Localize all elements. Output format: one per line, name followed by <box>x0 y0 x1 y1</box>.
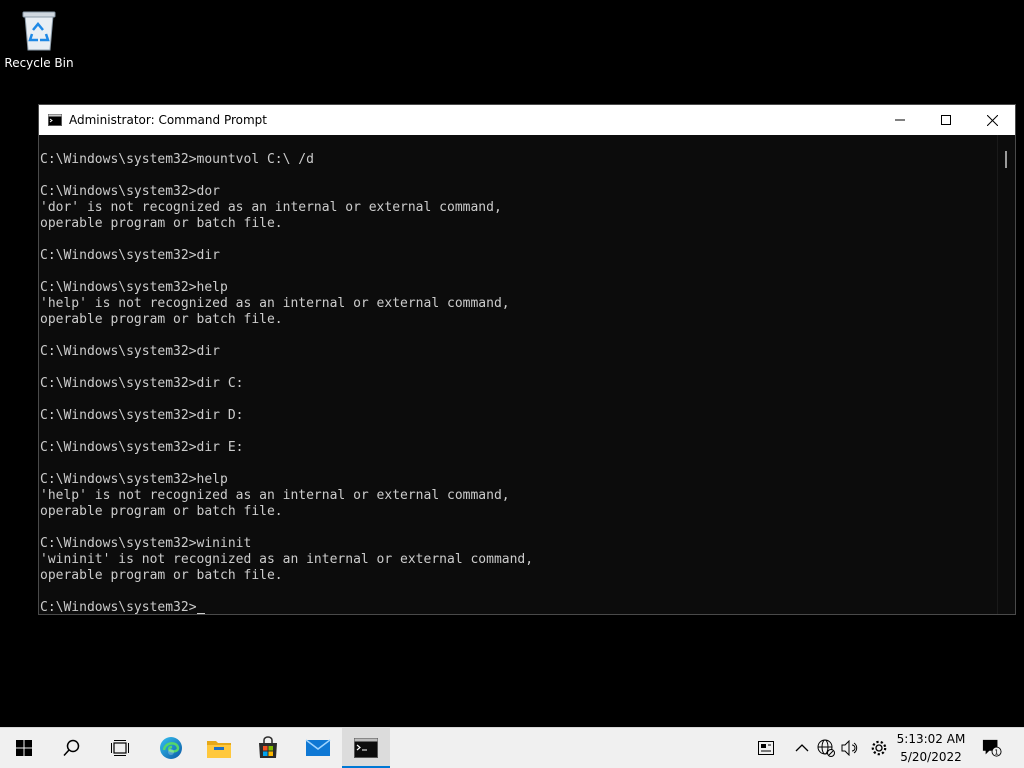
console-prompt-line: C:\Windows\system32> <box>40 600 997 614</box>
console-line: 'help' is not recognized as an internal … <box>40 488 510 503</box>
console-line: C:\Windows\system32>dir <box>40 344 221 359</box>
task-view-button[interactable] <box>96 728 144 768</box>
edge-icon <box>160 737 182 759</box>
console-line: C:\Windows\system32>help <box>40 472 228 487</box>
console-line: C:\Windows\system32>dor <box>40 184 221 199</box>
notification-count: 1 <box>994 747 999 756</box>
close-button[interactable] <box>969 105 1015 135</box>
settings-button[interactable] <box>869 738 889 758</box>
task-view-icon <box>111 740 129 756</box>
console-line: operable program or batch file. <box>40 312 283 327</box>
network-button[interactable] <box>816 738 836 758</box>
console-line: 'dor' is not recognized as an internal o… <box>40 200 502 215</box>
console-line: C:\Windows\system32>wininit <box>40 536 252 551</box>
console-line: C:\Windows\system32>help <box>40 280 228 295</box>
title-bar[interactable]: Administrator: Command Prompt <box>39 105 1015 135</box>
recycle-bin-shortcut[interactable]: Recycle Bin <box>4 8 74 70</box>
console-line: C:\Windows\system32>dir <box>40 248 221 263</box>
start-icon <box>16 740 32 756</box>
console-line: operable program or batch file. <box>40 504 283 519</box>
console-line: C:\Windows\system32>dir C: <box>40 376 244 391</box>
mail-icon <box>305 739 331 756</box>
store-icon <box>259 736 277 758</box>
volume-icon <box>841 740 858 756</box>
console-prompt: C:\Windows\system32> <box>40 600 197 614</box>
text-cursor <box>196 613 205 614</box>
notification-icon: 1 <box>982 739 1002 757</box>
file-explorer-button[interactable] <box>195 728 243 768</box>
notifications-button[interactable]: 1 <box>982 738 1002 758</box>
network-icon <box>817 739 835 757</box>
search-icon <box>63 739 80 757</box>
minimize-button[interactable] <box>877 105 923 135</box>
maximize-button[interactable] <box>923 105 969 135</box>
console-line: operable program or batch file. <box>40 216 283 231</box>
taskbar: 5:13:02 AM 5/20/2022 1 <box>0 727 1024 768</box>
edge-button[interactable] <box>147 728 195 768</box>
chevron-up-icon <box>795 744 809 752</box>
console-output[interactable]: C:\Windows\system32>mountvol C:\ /d C:\Wi… <box>39 135 997 614</box>
store-button[interactable] <box>244 728 292 768</box>
clock-time: 5:13:02 AM <box>896 732 966 746</box>
command-prompt-window[interactable]: Administrator: Command Prompt C:\Windows… <box>38 104 1016 615</box>
window-title: Administrator: Command Prompt <box>69 113 267 127</box>
console-line: C:\Windows\system32>dir D: <box>40 408 244 423</box>
volume-button[interactable] <box>840 738 860 758</box>
minimize-icon <box>895 119 905 121</box>
recycle-bin-icon <box>22 11 56 51</box>
mail-button[interactable] <box>294 728 342 768</box>
console-line: 'wininit' is not recognized as an intern… <box>40 552 534 567</box>
cmd-taskbar-button[interactable] <box>342 728 390 768</box>
cmd-icon <box>354 738 378 758</box>
console-line: 'help' is not recognized as an internal … <box>40 296 510 311</box>
maximize-icon <box>941 115 951 125</box>
vertical-scrollbar[interactable] <box>997 135 1015 614</box>
settings-icon <box>871 740 887 756</box>
cmd-icon <box>48 114 62 126</box>
recycle-bin-label: Recycle Bin <box>4 56 74 70</box>
news-button[interactable] <box>756 738 776 758</box>
console-line: C:\Windows\system32>dir E: <box>40 440 244 455</box>
show-hidden-icons-button[interactable] <box>792 738 812 758</box>
news-icon <box>758 741 774 755</box>
console-line: C:\Windows\system32>mountvol C:\ /d <box>40 152 314 167</box>
scrollbar-thumb[interactable] <box>1005 151 1007 168</box>
console-line: operable program or batch file. <box>40 568 283 583</box>
clock-date: 5/20/2022 <box>900 750 962 764</box>
start-button[interactable] <box>0 728 48 768</box>
file-explorer-icon <box>207 741 231 758</box>
search-button[interactable] <box>48 728 96 768</box>
taskbar-clock[interactable]: 5:13:02 AM 5/20/2022 <box>896 730 966 766</box>
close-icon <box>986 114 998 126</box>
